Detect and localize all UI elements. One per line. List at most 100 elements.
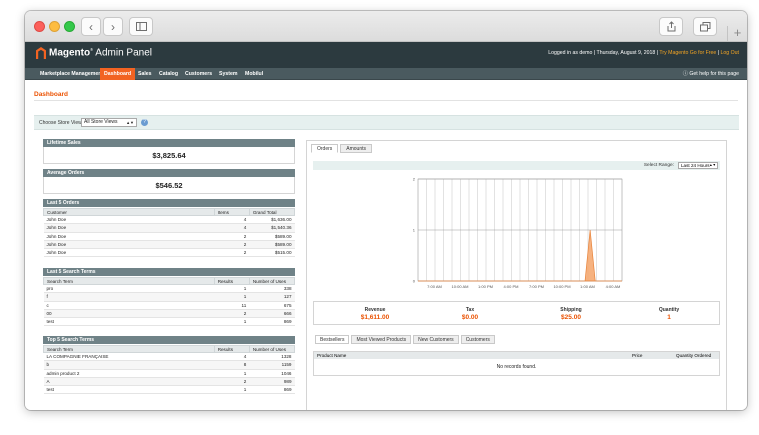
forward-button[interactable]: › [103, 17, 123, 36]
chart-tabs: Orders Amounts [311, 144, 374, 153]
table-cell: 2 [214, 240, 250, 250]
last-orders-table: Customer Items Grand Total John Doe 4 $1,636.… [43, 208, 296, 258]
store-view-select[interactable]: All Store Views ▲▼ [81, 118, 137, 127]
sidebar-button[interactable] [129, 17, 153, 36]
average-orders-header: Average Orders [43, 169, 295, 177]
nav-marketplace-management[interactable]: Marketplace Management [36, 68, 107, 80]
tab-new-customers[interactable]: New Customers [413, 335, 459, 344]
table-cell: test [43, 317, 215, 327]
column-header[interactable]: Number of Uses [248, 277, 296, 285]
table-row[interactable]: John Doe 2 $515.00 [43, 248, 295, 258]
help-icon: ⓘ [682, 71, 688, 77]
table-row[interactable]: LA COMPAGNIE FRANÇAISE 4 1328 [43, 352, 295, 362]
table-row[interactable]: John Doe 4 $1,540.36 [43, 223, 295, 233]
tabs-overview-button[interactable] [693, 17, 717, 36]
table-row[interactable]: test 1 869 [43, 317, 295, 327]
nav-catalog[interactable]: Catalog [155, 68, 182, 80]
tab-customers[interactable]: Customers [460, 335, 495, 344]
orders-chart: 0 1 2 7:00 AM 10:00 AM 1:00 PM 4:00 PM 7:00 PM 1… [413, 177, 623, 289]
table-cell: 2 [214, 377, 250, 387]
table-cell: 2 [214, 232, 250, 241]
table-cell: John Doe [43, 215, 215, 225]
last-search-header: Last 5 Search Terms [43, 268, 295, 276]
nav-customers[interactable]: Customers [181, 68, 216, 80]
dashboard-chart-panel: Orders Amounts Select Range: Last 24 Hou… [306, 140, 727, 410]
magento-logo[interactable]: Magento® Admin Panel [36, 47, 152, 59]
column-header[interactable]: Results [213, 277, 250, 285]
column-header[interactable]: Results [213, 345, 250, 353]
table-cell: A [43, 377, 215, 387]
table-row[interactable]: John Doe 4 $1,636.00 [43, 215, 295, 225]
table-cell: 8 [214, 360, 250, 370]
table-cell: John Doe [43, 232, 215, 241]
table-row[interactable]: A 2 989 [43, 377, 295, 387]
try-magento-link[interactable]: Try Magento Go for Free [659, 50, 716, 56]
bestsellers-header: Product Name Price Quantity Ordered [314, 352, 719, 359]
column-price: Price [632, 353, 643, 358]
nav-dashboard[interactable]: Dashboard [100, 68, 136, 80]
back-button[interactable]: ‹ [81, 17, 101, 36]
table-row[interactable]: John Doe 2 $589.00 [43, 240, 295, 250]
table-row[interactable]: John Doe 2 $589.00 [43, 232, 295, 241]
table-cell: $589.00 [249, 240, 295, 250]
table-row[interactable]: pro 1 338 [43, 284, 295, 294]
total-revenue: Revenue $1,611.00 [360, 307, 390, 321]
x-tick-label: 4:00 PM [504, 284, 519, 289]
column-header[interactable]: Number of Uses [248, 345, 296, 353]
page-title: Dashboard [34, 91, 68, 98]
column-header[interactable]: Grand Total [248, 208, 296, 216]
chevron-right-icon: › [111, 19, 115, 34]
tab-orders[interactable]: Orders [311, 144, 339, 153]
empty-message: No records found. [496, 364, 537, 370]
table-cell: 1 [214, 369, 250, 378]
table-row[interactable]: admin product 2 1 1046 [43, 369, 295, 378]
table-cell: 4 [214, 352, 250, 362]
column-quantity-ordered: Quantity Ordered [676, 353, 712, 358]
total-quantity: Quantity 1 [658, 307, 680, 321]
help-link[interactable]: ⓘ Get help for this page [683, 68, 739, 80]
tab-most-viewed[interactable]: Most Viewed Products [351, 335, 412, 344]
share-button[interactable] [659, 17, 683, 36]
table-cell: LA COMPAGNIE FRANÇAISE [43, 352, 215, 362]
table-row[interactable]: 00 2 666 [43, 309, 295, 319]
zoom-window-button[interactable] [64, 21, 75, 32]
admin-header: Magento® Admin Panel Logged in as demo |… [25, 42, 747, 68]
table-cell: c [43, 301, 215, 310]
x-tick-label: 7:00 PM [529, 284, 544, 289]
table-row[interactable]: c 11 675 [43, 301, 295, 310]
nav-mobilul[interactable]: Mobilul [241, 68, 267, 80]
table-cell: 1159 [249, 360, 295, 370]
question-icon[interactable]: ? [141, 119, 148, 126]
table-row[interactable]: b 8 1159 [43, 360, 295, 370]
table-cell: 4 [214, 215, 250, 225]
y-tick-label: 2 [413, 177, 416, 182]
tab-bestsellers[interactable]: Bestsellers [315, 335, 350, 344]
table-cell: $589.00 [249, 232, 295, 241]
share-icon [667, 21, 675, 32]
lifetime-sales-value: $3,825.64 [43, 147, 295, 164]
table-cell: $1,540.36 [249, 223, 295, 233]
nav-sales[interactable]: Sales [134, 68, 156, 80]
table-cell: John Doe [43, 240, 215, 250]
column-header[interactable]: Customer [43, 208, 215, 216]
y-tick-label: 0 [413, 279, 416, 284]
table-cell: 1328 [249, 352, 295, 362]
new-tab-button[interactable]: + [727, 26, 747, 42]
table-cell: 2 [214, 309, 250, 319]
table-row[interactable]: test 1 869 [43, 385, 295, 395]
tab-amounts[interactable]: Amounts [340, 144, 373, 153]
nav-system[interactable]: System [215, 68, 241, 80]
column-header[interactable]: Items [213, 208, 250, 216]
table-row[interactable]: f 1 127 [43, 292, 295, 302]
table-cell: 1 [214, 317, 250, 327]
table-cell: 675 [249, 301, 295, 310]
column-header[interactable]: Search Term [43, 277, 215, 285]
logout-link[interactable]: Log Out [721, 50, 739, 56]
range-select[interactable]: Last 24 Hours ▲▼ [678, 162, 718, 169]
x-tick-label: 7:00 AM [427, 284, 442, 289]
column-header[interactable]: Search Term [43, 345, 215, 353]
minimize-window-button[interactable] [49, 21, 60, 32]
store-switcher: Choose Store View: All Store Views ▲▼ ? [34, 115, 739, 130]
close-window-button[interactable] [34, 21, 45, 32]
table-cell: admin product 2 [43, 369, 215, 378]
